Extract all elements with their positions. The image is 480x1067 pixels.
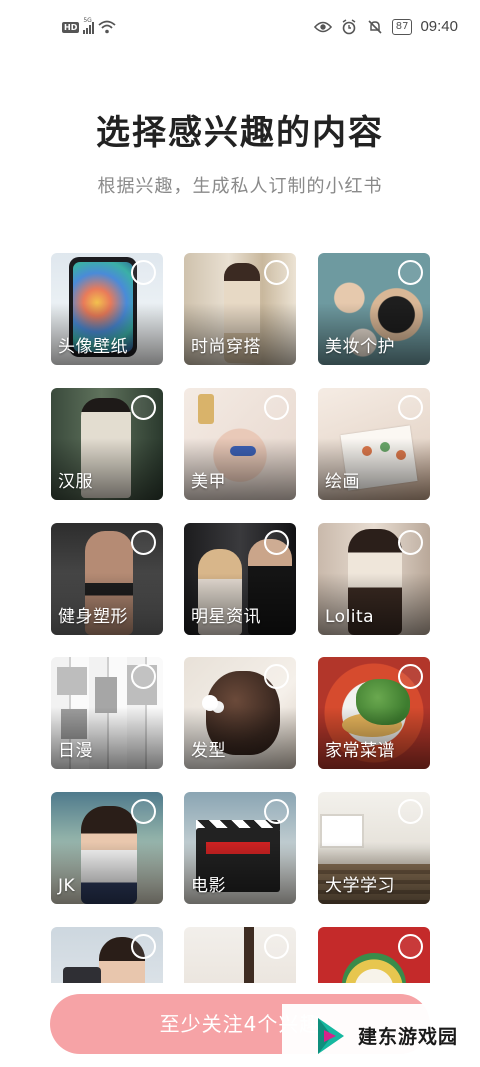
category-label: 明星资讯 bbox=[191, 607, 261, 627]
select-circle-icon[interactable] bbox=[264, 664, 289, 689]
select-circle-icon[interactable] bbox=[264, 799, 289, 824]
category-label: 健身塑形 bbox=[58, 607, 128, 627]
category-label: Lolita bbox=[325, 607, 375, 627]
category-label: 家常菜谱 bbox=[325, 741, 395, 761]
select-circle-icon[interactable] bbox=[131, 260, 156, 285]
watermark-logo-icon bbox=[318, 1017, 344, 1054]
page-title: 选择感兴趣的内容 bbox=[96, 113, 384, 153]
category-tile-university[interactable]: 大学学习 bbox=[318, 792, 430, 904]
category-tile-wallpaper[interactable]: 头像壁纸 bbox=[51, 253, 163, 365]
select-circle-icon[interactable] bbox=[131, 664, 156, 689]
select-circle-icon[interactable] bbox=[264, 934, 289, 959]
category-tile-makeup[interactable]: 美妆个护 bbox=[318, 253, 430, 365]
signal-icon: 5G bbox=[83, 17, 95, 34]
category-label: 美妆个护 bbox=[325, 337, 395, 357]
select-circle-icon[interactable] bbox=[264, 530, 289, 555]
battery-icon: 87 bbox=[391, 18, 413, 35]
category-label: 头像壁纸 bbox=[58, 337, 128, 357]
category-tile-hairstyle[interactable]: 发型 bbox=[184, 657, 296, 769]
select-circle-icon[interactable] bbox=[264, 260, 289, 285]
category-tile-nails[interactable]: 美甲 bbox=[184, 388, 296, 500]
status-left: HD 5G bbox=[62, 17, 116, 34]
select-circle-icon[interactable] bbox=[264, 395, 289, 420]
category-tile-fashion[interactable]: 时尚穿搭 bbox=[184, 253, 296, 365]
hd-icon: HD bbox=[62, 21, 80, 33]
category-label: 时尚穿搭 bbox=[191, 337, 261, 357]
status-time: 09:40 bbox=[420, 18, 458, 35]
page-subtitle: 根据兴趣，生成私人订制的小红书 bbox=[97, 176, 383, 197]
select-circle-icon[interactable] bbox=[131, 799, 156, 824]
category-label: 汉服 bbox=[58, 472, 93, 492]
category-label: 日漫 bbox=[58, 741, 93, 761]
select-circle-icon[interactable] bbox=[131, 530, 156, 555]
select-circle-icon[interactable] bbox=[398, 934, 423, 959]
category-tile-lolita[interactable]: Lolita bbox=[318, 523, 430, 635]
category-label: 美甲 bbox=[191, 472, 226, 492]
category-tile-celebrity[interactable]: 明星资讯 bbox=[184, 523, 296, 635]
network-type: 5G bbox=[83, 17, 92, 24]
select-circle-icon[interactable] bbox=[398, 664, 423, 689]
mute-icon bbox=[368, 19, 382, 34]
category-label: 绘画 bbox=[325, 472, 360, 492]
category-tile-jk[interactable]: JK bbox=[51, 792, 163, 904]
eye-icon bbox=[313, 21, 332, 32]
category-tile-recipes[interactable]: 家常菜谱 bbox=[318, 657, 430, 769]
category-tile-painting[interactable]: 绘画 bbox=[318, 388, 430, 500]
category-tile-hanfu[interactable]: 汉服 bbox=[51, 388, 163, 500]
category-tile-fitness[interactable]: 健身塑形 bbox=[51, 523, 163, 635]
category-tile-movie[interactable]: 电影 bbox=[184, 792, 296, 904]
category-label: 电影 bbox=[191, 876, 226, 896]
category-tile-music[interactable] bbox=[184, 927, 296, 983]
category-label: 大学学习 bbox=[325, 876, 395, 896]
category-label: JK bbox=[58, 876, 76, 896]
select-circle-icon[interactable] bbox=[131, 395, 156, 420]
category-label: 发型 bbox=[191, 741, 226, 761]
wifi-icon bbox=[98, 20, 116, 34]
select-circle-icon[interactable] bbox=[398, 799, 423, 824]
select-circle-icon[interactable] bbox=[131, 934, 156, 959]
category-grid: 头像壁纸 时尚穿搭 美妆个护 汉服 美甲 绘画 健身塑形 明星资讯 Lolita… bbox=[51, 253, 430, 983]
select-circle-icon[interactable] bbox=[398, 530, 423, 555]
category-tile-comic[interactable] bbox=[318, 927, 430, 983]
category-tile-vlog[interactable] bbox=[51, 927, 163, 983]
watermark-text: 建东游戏园 bbox=[358, 1026, 459, 1048]
status-right: 87 09:40 bbox=[313, 18, 458, 35]
select-circle-icon[interactable] bbox=[398, 260, 423, 285]
select-circle-icon[interactable] bbox=[398, 395, 423, 420]
status-bar: HD 5G 87 09:40 bbox=[0, 0, 480, 60]
alarm-icon bbox=[342, 18, 356, 34]
category-tile-manga[interactable]: 日漫 bbox=[51, 657, 163, 769]
watermark: 建东游戏园 bbox=[282, 1004, 480, 1067]
